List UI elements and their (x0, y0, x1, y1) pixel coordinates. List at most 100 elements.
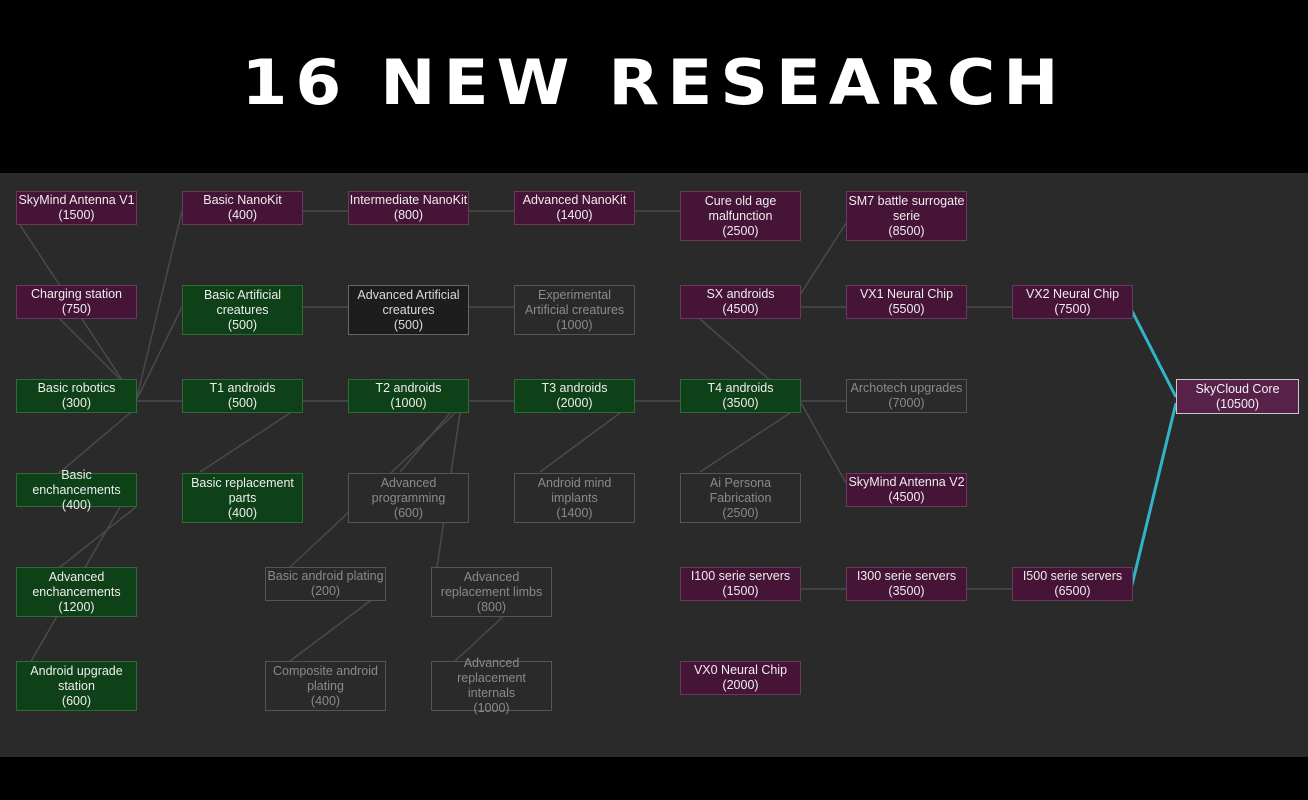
research-node-t2-androids[interactable]: T2 androids (1000) (348, 379, 469, 413)
link (699, 412, 791, 473)
node-name: Advanced NanoKit (522, 193, 627, 207)
node-cost: (800) (476, 599, 507, 614)
research-node-i500-serie-servers[interactable]: I500 serie servers (6500) (1012, 567, 1133, 601)
node-cost: (200) (310, 584, 341, 598)
research-node-composite-android-plating[interactable]: Composite android plating (400) (265, 661, 386, 711)
title-banner: 16 NEW RESEARCH (0, 0, 1308, 173)
node-name: Cure old age malfunction (704, 193, 777, 223)
research-tree[interactable]: SkyMind Antenna V1 (1500) Charging stati… (0, 173, 1308, 757)
node-name: VX0 Neural Chip (693, 663, 788, 677)
node-cost: (600) (393, 505, 424, 520)
node-cost: (5500) (888, 302, 925, 316)
link (289, 600, 371, 662)
research-node-t3-androids[interactable]: T3 androids (2000) (514, 379, 635, 413)
node-cost: (300) (61, 396, 92, 410)
node-name: Android mind implants (537, 475, 612, 505)
research-node-t4-androids[interactable]: T4 androids (3500) (680, 379, 801, 413)
node-name: SX androids (706, 287, 775, 301)
node-name: Basic Artificial creatures (203, 287, 282, 317)
bottom-bar (0, 757, 1308, 800)
research-node-charging-station[interactable]: Charging station (750) (16, 285, 137, 319)
research-node-cure-old-age-malfunction[interactable]: Cure old age malfunction (2500) (680, 191, 801, 241)
node-cost: (1000) (473, 701, 510, 715)
research-node-sm7-battle-surrogate-serie[interactable]: SM7 battle surrogate serie (8500) (846, 191, 967, 241)
research-node-experimental-artificial-creatures[interactable]: Experimental Artificial creatures (1000) (514, 285, 635, 335)
research-node-archotech-upgrades[interactable]: Archotech upgrades (7000) (846, 379, 967, 413)
node-name: SkyMind Antenna V1 (18, 193, 135, 207)
research-node-sx-androids[interactable]: SX androids (4500) (680, 285, 801, 319)
research-node-android-upgrade-station[interactable]: Android upgrade station (600) (16, 661, 137, 711)
node-cost: (8500) (888, 223, 925, 238)
link (135, 306, 183, 402)
node-cost: (800) (393, 208, 424, 222)
node-cost: (3500) (888, 584, 925, 598)
node-cost: (1500) (58, 208, 95, 222)
prerequisite-links (19, 210, 1178, 664)
research-node-advanced-nanokit[interactable]: Advanced NanoKit (1400) (514, 191, 635, 225)
node-cost: (400) (227, 208, 258, 222)
node-cost: (500) (393, 317, 424, 332)
node-cost: (4500) (722, 302, 759, 316)
research-node-basic-nanokit[interactable]: Basic NanoKit (400) (182, 191, 303, 225)
research-node-advanced-enchancements[interactable]: Advanced enchancements (1200) (16, 567, 137, 617)
node-name: Basic enchancements (32, 467, 121, 497)
node-cost: (1400) (556, 505, 593, 520)
research-node-skymind-antenna-v1[interactable]: SkyMind Antenna V1 (1500) (16, 191, 137, 225)
node-name: VX2 Neural Chip (1025, 287, 1120, 301)
node-cost: (400) (61, 497, 92, 512)
node-name: I100 serie servers (690, 569, 791, 583)
node-name: Advanced replacement internals (457, 656, 526, 700)
research-node-t1-androids[interactable]: T1 androids (500) (182, 379, 303, 413)
node-name: I300 serie servers (856, 569, 957, 583)
node-cost: (10500) (1215, 396, 1260, 411)
node-cost: (2500) (722, 223, 759, 238)
link (799, 400, 847, 484)
research-node-intermediate-nanokit[interactable]: Intermediate NanoKit (800) (348, 191, 469, 225)
research-node-advanced-artificial-creatures[interactable]: Advanced Artificial creatures (500) (348, 285, 469, 335)
research-node-ai-persona-fabrication[interactable]: Ai Persona Fabrication (2500) (680, 473, 801, 523)
node-name: Composite android plating (273, 663, 378, 693)
node-cost: (7500) (1054, 302, 1091, 316)
research-node-vx1-neural-chip[interactable]: VX1 Neural Chip (5500) (846, 285, 967, 319)
research-node-basic-android-plating[interactable]: Basic android plating (200) (265, 567, 386, 601)
node-name: Advanced replacement limbs (440, 569, 543, 599)
research-node-i300-serie-servers[interactable]: I300 serie servers (3500) (846, 567, 967, 601)
research-node-basic-artificial-creatures[interactable]: Basic Artificial creatures (500) (182, 285, 303, 335)
node-name: T2 androids (375, 381, 442, 395)
research-node-advanced-replacement-internals[interactable]: Advanced replacement internals (1000) (431, 656, 552, 715)
node-cost: (500) (227, 396, 258, 410)
node-name: Basic robotics (37, 381, 116, 395)
node-name: SM7 battle surrogate serie (848, 193, 965, 223)
node-name: Advanced programming (371, 475, 446, 505)
research-node-basic-replacement-parts[interactable]: Basic replacement parts (400) (182, 473, 303, 523)
node-name: SkyCloud Core (1195, 381, 1280, 396)
node-name: T4 androids (707, 381, 774, 395)
research-node-i100-serie-servers[interactable]: I100 serie servers (1500) (680, 567, 801, 601)
node-cost: (2500) (722, 505, 759, 520)
research-node-skycloud-core[interactable]: SkyCloud Core (10500) (1176, 379, 1299, 414)
node-name: T3 androids (541, 381, 608, 395)
research-node-android-mind-implants[interactable]: Android mind implants (1400) (514, 473, 635, 523)
research-node-basic-robotics[interactable]: Basic robotics (300) (16, 379, 137, 413)
research-node-advanced-programming[interactable]: Advanced programming (600) (348, 473, 469, 523)
node-name: Advanced Artificial creatures (357, 287, 460, 317)
research-node-vx0-neural-chip[interactable]: VX0 Neural Chip (2000) (680, 661, 801, 695)
node-name: Ai Persona Fabrication (709, 475, 772, 505)
node-name: T1 androids (209, 381, 276, 395)
research-node-skymind-antenna-v2[interactable]: SkyMind Antenna V2 (4500) (846, 473, 967, 507)
link (199, 412, 291, 473)
link (799, 222, 847, 296)
research-node-advanced-replacement-limbs[interactable]: Advanced replacement limbs (800) (431, 567, 552, 617)
node-name: Android upgrade station (30, 663, 123, 693)
research-node-vx2-neural-chip[interactable]: VX2 Neural Chip (7500) (1012, 285, 1133, 319)
node-cost: (400) (310, 693, 341, 708)
research-node-basic-enchancements[interactable]: Basic enchancements (400) (16, 468, 137, 512)
node-cost: (1200) (58, 599, 95, 614)
node-name: Advanced enchancements (32, 569, 121, 599)
node-cost: (1000) (556, 317, 593, 332)
node-name: Intermediate NanoKit (349, 193, 468, 207)
node-cost: (1500) (722, 584, 759, 598)
link (399, 412, 451, 473)
node-name: Basic android plating (267, 569, 384, 583)
banner-title: 16 NEW RESEARCH (241, 45, 1067, 120)
